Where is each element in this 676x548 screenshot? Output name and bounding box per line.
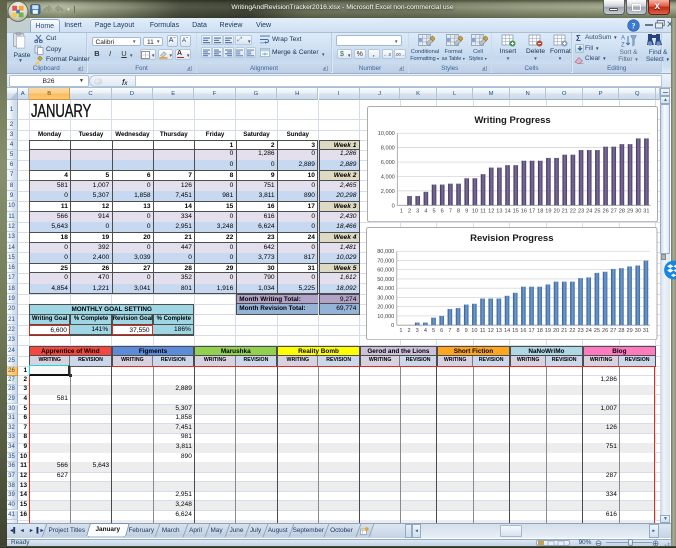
svg-text:0: 0	[391, 323, 394, 329]
svg-text:5: 5	[432, 208, 435, 214]
svg-text:13: 13	[496, 208, 502, 214]
svg-text:31: 31	[643, 328, 649, 334]
svg-text:1: 1	[399, 208, 402, 214]
svg-text:0: 0	[391, 203, 394, 209]
svg-text:30: 30	[635, 328, 641, 334]
svg-text:A: A	[621, 36, 625, 42]
svg-text:Z: Z	[621, 43, 625, 49]
svg-text:16: 16	[520, 208, 526, 214]
svg-text:25: 25	[594, 328, 600, 334]
svg-text:31: 31	[643, 208, 649, 214]
svg-text:29: 29	[626, 328, 632, 334]
svg-text:27: 27	[610, 208, 616, 214]
svg-text:25: 25	[594, 208, 600, 214]
svg-text:29: 29	[626, 208, 632, 214]
svg-text:6: 6	[440, 208, 443, 214]
svg-text:8: 8	[457, 208, 460, 214]
svg-text:27: 27	[610, 328, 616, 334]
svg-text:22: 22	[569, 208, 575, 214]
svg-text:5: 5	[432, 328, 435, 334]
svg-text:40,000: 40,000	[377, 286, 394, 292]
svg-text:6: 6	[440, 328, 443, 334]
svg-text:19: 19	[545, 328, 551, 334]
svg-text:4: 4	[424, 328, 427, 334]
svg-text:12: 12	[488, 328, 494, 334]
svg-text:2,000: 2,000	[380, 189, 394, 195]
svg-text:70,000: 70,000	[377, 259, 394, 265]
svg-text:15: 15	[512, 208, 518, 214]
svg-text:4,000: 4,000	[380, 174, 394, 180]
svg-text:24: 24	[586, 208, 592, 214]
svg-text:11: 11	[480, 328, 486, 334]
svg-text:23: 23	[577, 208, 583, 214]
svg-text:28: 28	[618, 208, 624, 214]
svg-text:30: 30	[635, 208, 641, 214]
svg-text:1: 1	[399, 328, 402, 334]
svg-text:28: 28	[618, 328, 624, 334]
svg-text:16: 16	[520, 328, 526, 334]
svg-text:9: 9	[465, 208, 468, 214]
svg-text:10: 10	[471, 328, 477, 334]
svg-text:17: 17	[528, 328, 534, 334]
svg-text:2: 2	[408, 208, 411, 214]
svg-text:19: 19	[545, 208, 551, 214]
svg-text:26: 26	[602, 208, 608, 214]
svg-text:Revision Progress: Revision Progress	[470, 233, 553, 244]
svg-text:12: 12	[488, 208, 494, 214]
svg-text:50,000: 50,000	[377, 277, 394, 283]
svg-text:14: 14	[504, 208, 510, 214]
svg-text:13: 13	[496, 328, 502, 334]
svg-text:26: 26	[602, 328, 608, 334]
svg-text:24: 24	[586, 328, 592, 334]
svg-text:60,000: 60,000	[377, 268, 394, 274]
svg-text:22: 22	[569, 328, 575, 334]
svg-text:6,000: 6,000	[380, 160, 394, 166]
svg-text:?: ?	[632, 21, 636, 30]
svg-text:9: 9	[465, 328, 468, 334]
svg-text:10: 10	[471, 208, 477, 214]
svg-text:18: 18	[537, 208, 543, 214]
svg-text:23: 23	[577, 328, 583, 334]
svg-text:8,000: 8,000	[380, 146, 394, 152]
svg-text:10,000: 10,000	[377, 131, 394, 137]
svg-text:14: 14	[504, 328, 510, 334]
svg-text:Writing Progress: Writing Progress	[474, 115, 550, 126]
svg-text:20: 20	[553, 328, 559, 334]
svg-text:11: 11	[480, 208, 486, 214]
svg-text:3: 3	[416, 208, 419, 214]
svg-text:8: 8	[457, 328, 460, 334]
svg-text:10,000: 10,000	[377, 314, 394, 320]
svg-text:15: 15	[512, 328, 518, 334]
svg-text:20: 20	[553, 208, 559, 214]
svg-text:4: 4	[424, 208, 427, 214]
svg-text:80,000: 80,000	[377, 249, 394, 255]
svg-text:7: 7	[448, 208, 451, 214]
svg-text:7: 7	[448, 328, 451, 334]
svg-text:21: 21	[561, 328, 567, 334]
svg-text:20,000: 20,000	[377, 305, 394, 311]
svg-text:3: 3	[416, 328, 419, 334]
svg-text:30,000: 30,000	[377, 296, 394, 302]
svg-text:18: 18	[537, 328, 543, 334]
svg-text:17: 17	[528, 208, 534, 214]
svg-text:21: 21	[561, 208, 567, 214]
svg-text:2: 2	[408, 328, 411, 334]
